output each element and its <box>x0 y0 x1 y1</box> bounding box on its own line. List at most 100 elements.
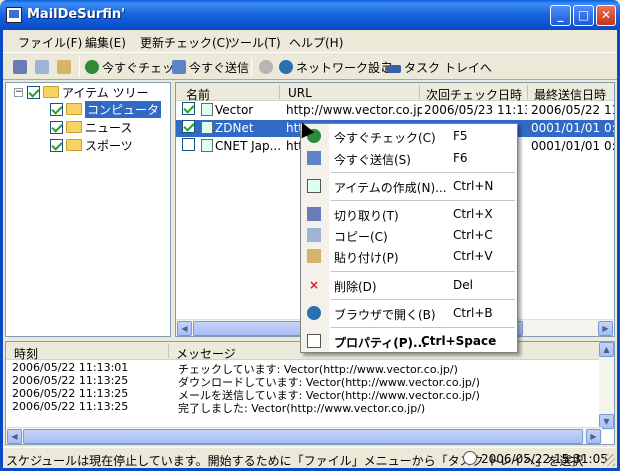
tray-icon <box>387 65 401 73</box>
toolbar: 今すぐチェック 今すぐ送信 ネットワーク設定 タスク トレイへ <box>3 52 617 80</box>
col-name-header[interactable]: 名前 <box>186 86 210 103</box>
folder-open-icon <box>66 103 82 115</box>
menu-separator <box>331 327 515 328</box>
stop-button[interactable] <box>259 58 276 76</box>
window-title: MailDeSurfin' <box>27 7 126 22</box>
scroll-right-icon[interactable]: ▶ <box>586 429 601 444</box>
log-message: 完了しました: Vector(http://www.vector.co.jp/) <box>178 402 426 415</box>
menu-item-cut[interactable]: 切り取り(T) Ctrl+X <box>301 204 517 224</box>
tree-item-sports[interactable]: スポーツ <box>50 137 133 153</box>
tree-root-label: アイテム ツリー <box>62 85 149 100</box>
log-row: メールを送信しています: Vector(http://www.vector.co… <box>178 387 480 402</box>
tree-item-computer[interactable]: コンピュータ <box>50 100 162 118</box>
row-checkbox[interactable] <box>182 138 195 151</box>
menu-file[interactable]: ファイル(F) <box>18 34 82 51</box>
menu-item-open-browser[interactable]: ブラウザで開く(B) Ctrl+B <box>301 303 517 323</box>
paste-toolbar-button[interactable] <box>57 58 74 76</box>
resize-grip[interactable] <box>603 454 615 466</box>
maximize-button[interactable]: □ <box>573 5 594 26</box>
delete-icon: × <box>308 278 320 292</box>
tree-sports-label: スポーツ <box>85 138 133 153</box>
menu-item-shortcut: Ctrl+B <box>453 306 493 320</box>
col-divider[interactable] <box>168 344 169 358</box>
menu-item-properties[interactable]: プロパティ(P)... Ctrl+Space <box>301 331 517 351</box>
collapse-icon[interactable]: − <box>14 87 23 97</box>
tree-item-news[interactable]: ニュース <box>50 119 132 135</box>
menu-tools[interactable]: ツール(T) <box>228 34 281 51</box>
menu-item-copy[interactable]: コピー(C) Ctrl+C <box>301 225 517 245</box>
menu-item-shortcut: Ctrl+N <box>453 179 494 193</box>
toolbar-separator <box>381 57 382 77</box>
menu-help[interactable]: ヘルプ(H) <box>289 34 343 51</box>
copy-toolbar-button[interactable] <box>35 58 52 76</box>
log-vertical-scrollbar[interactable]: ▲ ▼ <box>599 342 614 430</box>
network-settings-button[interactable]: ネットワーク設定 <box>279 58 392 76</box>
menu-check[interactable]: 更新チェック(C) <box>140 34 230 51</box>
col-divider[interactable] <box>527 85 528 99</box>
menu-bar: ファイル(F) 編集(E) 更新チェック(C) ツール(T) ヘルプ(H) <box>3 30 617 52</box>
cut-toolbar-button[interactable] <box>13 58 30 76</box>
log-message-header[interactable]: メッセージ <box>176 345 236 362</box>
paste-icon <box>307 249 321 263</box>
menu-item-label: プロパティ(P)... <box>334 336 427 350</box>
stop-icon <box>259 60 273 74</box>
tree-root[interactable]: − アイテム ツリー <box>14 84 149 100</box>
close-button[interactable]: ✕ <box>596 5 616 26</box>
log-row: 2006/05/22 11:13:25 <box>12 374 128 387</box>
col-url-header[interactable]: URL <box>288 86 312 100</box>
row-checkbox[interactable] <box>182 120 195 133</box>
browser-icon <box>307 306 321 320</box>
copy-icon <box>35 60 49 74</box>
check-now-button[interactable]: 今すぐチェック <box>85 58 186 76</box>
menu-item-check-now[interactable]: 今すぐチェック(C) F5 <box>301 126 517 146</box>
folder-open-icon <box>43 86 59 98</box>
menu-item-send-now[interactable]: 今すぐ送信(S) F6 <box>301 148 517 168</box>
row-checkbox[interactable] <box>182 102 195 115</box>
menu-item-paste[interactable]: 貼り付け(P) Ctrl+V <box>301 246 517 266</box>
col-divider[interactable] <box>419 85 420 99</box>
scroll-left-icon[interactable]: ◀ <box>177 321 192 336</box>
toolbar-separator <box>251 57 252 77</box>
row-next-check: 2006/05/23 11:13... <box>424 103 527 117</box>
row-last-sent: 0001/01/01 0:00 <box>531 121 615 135</box>
send-icon <box>172 60 186 74</box>
task-tray-button[interactable]: タスク トレイへ <box>387 58 492 76</box>
log-pane[interactable]: 時刻 メッセージ 2006/05/22 11:13:01 チェックしています: … <box>5 341 615 445</box>
log-time-header[interactable]: 時刻 <box>14 345 38 362</box>
minimize-button[interactable]: _ <box>550 5 571 26</box>
menu-item-shortcut: Ctrl+X <box>453 207 493 221</box>
send-now-button[interactable]: 今すぐ送信 <box>172 58 249 76</box>
row-name: ZDNet <box>215 121 254 135</box>
folder-icon <box>66 121 82 133</box>
tree-root-checkbox[interactable] <box>27 85 40 99</box>
list-row[interactable]: Vector http://www.vector.co.jp/ 2006/05/… <box>176 102 614 119</box>
status-time: 2006/05/22 15:31:05 <box>481 452 608 466</box>
col-last-header[interactable]: 最終送信日時 <box>534 86 606 103</box>
menu-separator <box>331 200 515 201</box>
tree-computer-checkbox[interactable] <box>50 102 63 116</box>
col-divider[interactable] <box>279 85 280 99</box>
menu-item-shortcut: Ctrl+V <box>453 249 493 263</box>
tree-sports-checkbox[interactable] <box>50 138 63 152</box>
item-tree[interactable]: − アイテム ツリー コンピュータ ニュース スポーツ <box>5 82 171 337</box>
log-row: 2006/05/22 11:13:25 <box>12 387 128 400</box>
menu-item-new-item[interactable]: アイテムの作成(N)... Ctrl+N <box>301 176 517 196</box>
menu-edit[interactable]: 編集(E) <box>85 34 126 51</box>
send-now-label: 今すぐ送信 <box>189 60 250 75</box>
log-horizontal-scrollbar[interactable]: ◀ ▶ <box>6 427 602 444</box>
row-last-sent: 0001/01/01 0:00 <box>531 139 615 153</box>
scroll-right-icon[interactable]: ▶ <box>598 321 613 336</box>
log-row: 2006/05/22 11:13:25 <box>12 400 128 413</box>
send-now-icon <box>307 151 321 165</box>
title-bar[interactable]: MailDeSurfin' _ □ ✕ <box>0 0 620 30</box>
item-icon <box>201 121 213 134</box>
scroll-left-icon[interactable]: ◀ <box>7 429 22 444</box>
tree-news-checkbox[interactable] <box>50 120 63 134</box>
scroll-thumb[interactable] <box>23 429 583 444</box>
list-header: 名前 URL 次回チェック日時 最終送信日時 <box>176 83 614 103</box>
col-next-header[interactable]: 次回チェック日時 <box>426 86 522 103</box>
menu-item-delete[interactable]: × 削除(D) Del <box>301 275 517 295</box>
toolbar-separator <box>79 57 80 77</box>
log-time: 2006/05/22 11:13:25 <box>12 400 129 413</box>
scroll-up-icon[interactable]: ▲ <box>599 342 614 357</box>
